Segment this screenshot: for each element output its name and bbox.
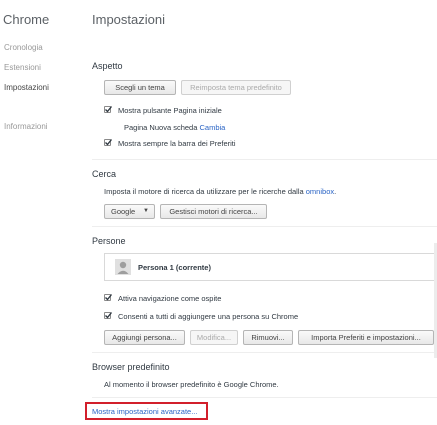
homepage-text: Pagina Nuova scheda [124,123,198,132]
section-title-cerca: Cerca [92,169,117,179]
profile-list-item[interactable]: Persona 1 (corrente) [104,253,437,281]
settings-main: Impostazioni Aspetto Scegli un tema Reim… [92,0,437,425]
checkmark-icon [105,294,113,301]
show-bookmarks-checkbox[interactable] [104,139,113,146]
profile-name: Persona 1 (corrente) [138,263,211,272]
search-description-end: . [334,187,337,196]
guest-browsing-checkbox[interactable] [104,294,113,301]
edit-person-button[interactable]: Modifica... [190,330,238,345]
homepage-setting: Pagina Nuova scheda Cambia [124,123,225,132]
add-person-button[interactable]: Aggiungi persona... [104,330,185,345]
section-title-persone: Persone [92,236,126,246]
allow-add-person-label: Consenti a tutti di aggiungere una perso… [118,312,299,321]
sidebar-item-informazioni[interactable]: Informazioni [4,122,48,131]
search-description-text: Imposta il motore di ricerca da utilizza… [104,187,304,196]
section-divider [92,159,437,160]
sidebar-item-impostazioni[interactable]: Impostazioni [4,83,49,92]
dropdown-arrow-icon: ▼ [143,208,149,214]
import-bookmarks-button[interactable]: Importa Preferiti e impostazioni... [298,330,434,345]
sidebar-brand: Chrome [3,12,50,27]
search-description: Imposta il motore di ricerca da utilizza… [104,187,336,196]
checkmark-icon [105,139,113,146]
sidebar: Chrome Cronologia Estensioni Impostazion… [0,0,80,425]
guest-browsing-label: Attiva navigazione come ospite [118,294,222,303]
search-engine-select[interactable]: Google ▼ [104,204,155,219]
choose-theme-button[interactable]: Scegli un tema [104,80,176,95]
section-divider [92,397,437,398]
checkmark-icon [105,312,113,319]
section-divider [92,226,437,227]
sidebar-item-cronologia[interactable]: Cronologia [4,43,43,52]
show-bookmarks-label: Mostra sempre la barra dei Preferiti [118,139,236,148]
change-homepage-link[interactable]: Cambia [199,123,225,132]
default-browser-text: Al momento il browser predefinito è Goog… [104,380,279,389]
show-advanced-settings-link[interactable]: Mostra impostazioni avanzate... [92,407,197,416]
allow-add-person-checkbox[interactable] [104,312,113,319]
sidebar-item-estensioni[interactable]: Estensioni [4,63,41,72]
show-home-label: Mostra pulsante Pagina iniziale [118,106,222,115]
avatar-icon [115,259,131,275]
section-title-default-browser: Browser predefinito [92,362,170,372]
section-title-aspetto: Aspetto [92,61,123,71]
manage-search-engines-button[interactable]: Gestisci motori di ricerca... [160,204,267,219]
show-home-checkbox[interactable] [104,106,113,113]
section-divider [92,352,437,353]
remove-person-button[interactable]: Rimuovi... [243,330,293,345]
omnibox-link[interactable]: omnibox [306,187,334,196]
search-engine-value: Google [111,207,136,216]
reset-theme-button[interactable]: Reimposta tema predefinito [181,80,291,95]
page-title: Impostazioni [92,12,165,27]
checkmark-icon [105,106,113,113]
